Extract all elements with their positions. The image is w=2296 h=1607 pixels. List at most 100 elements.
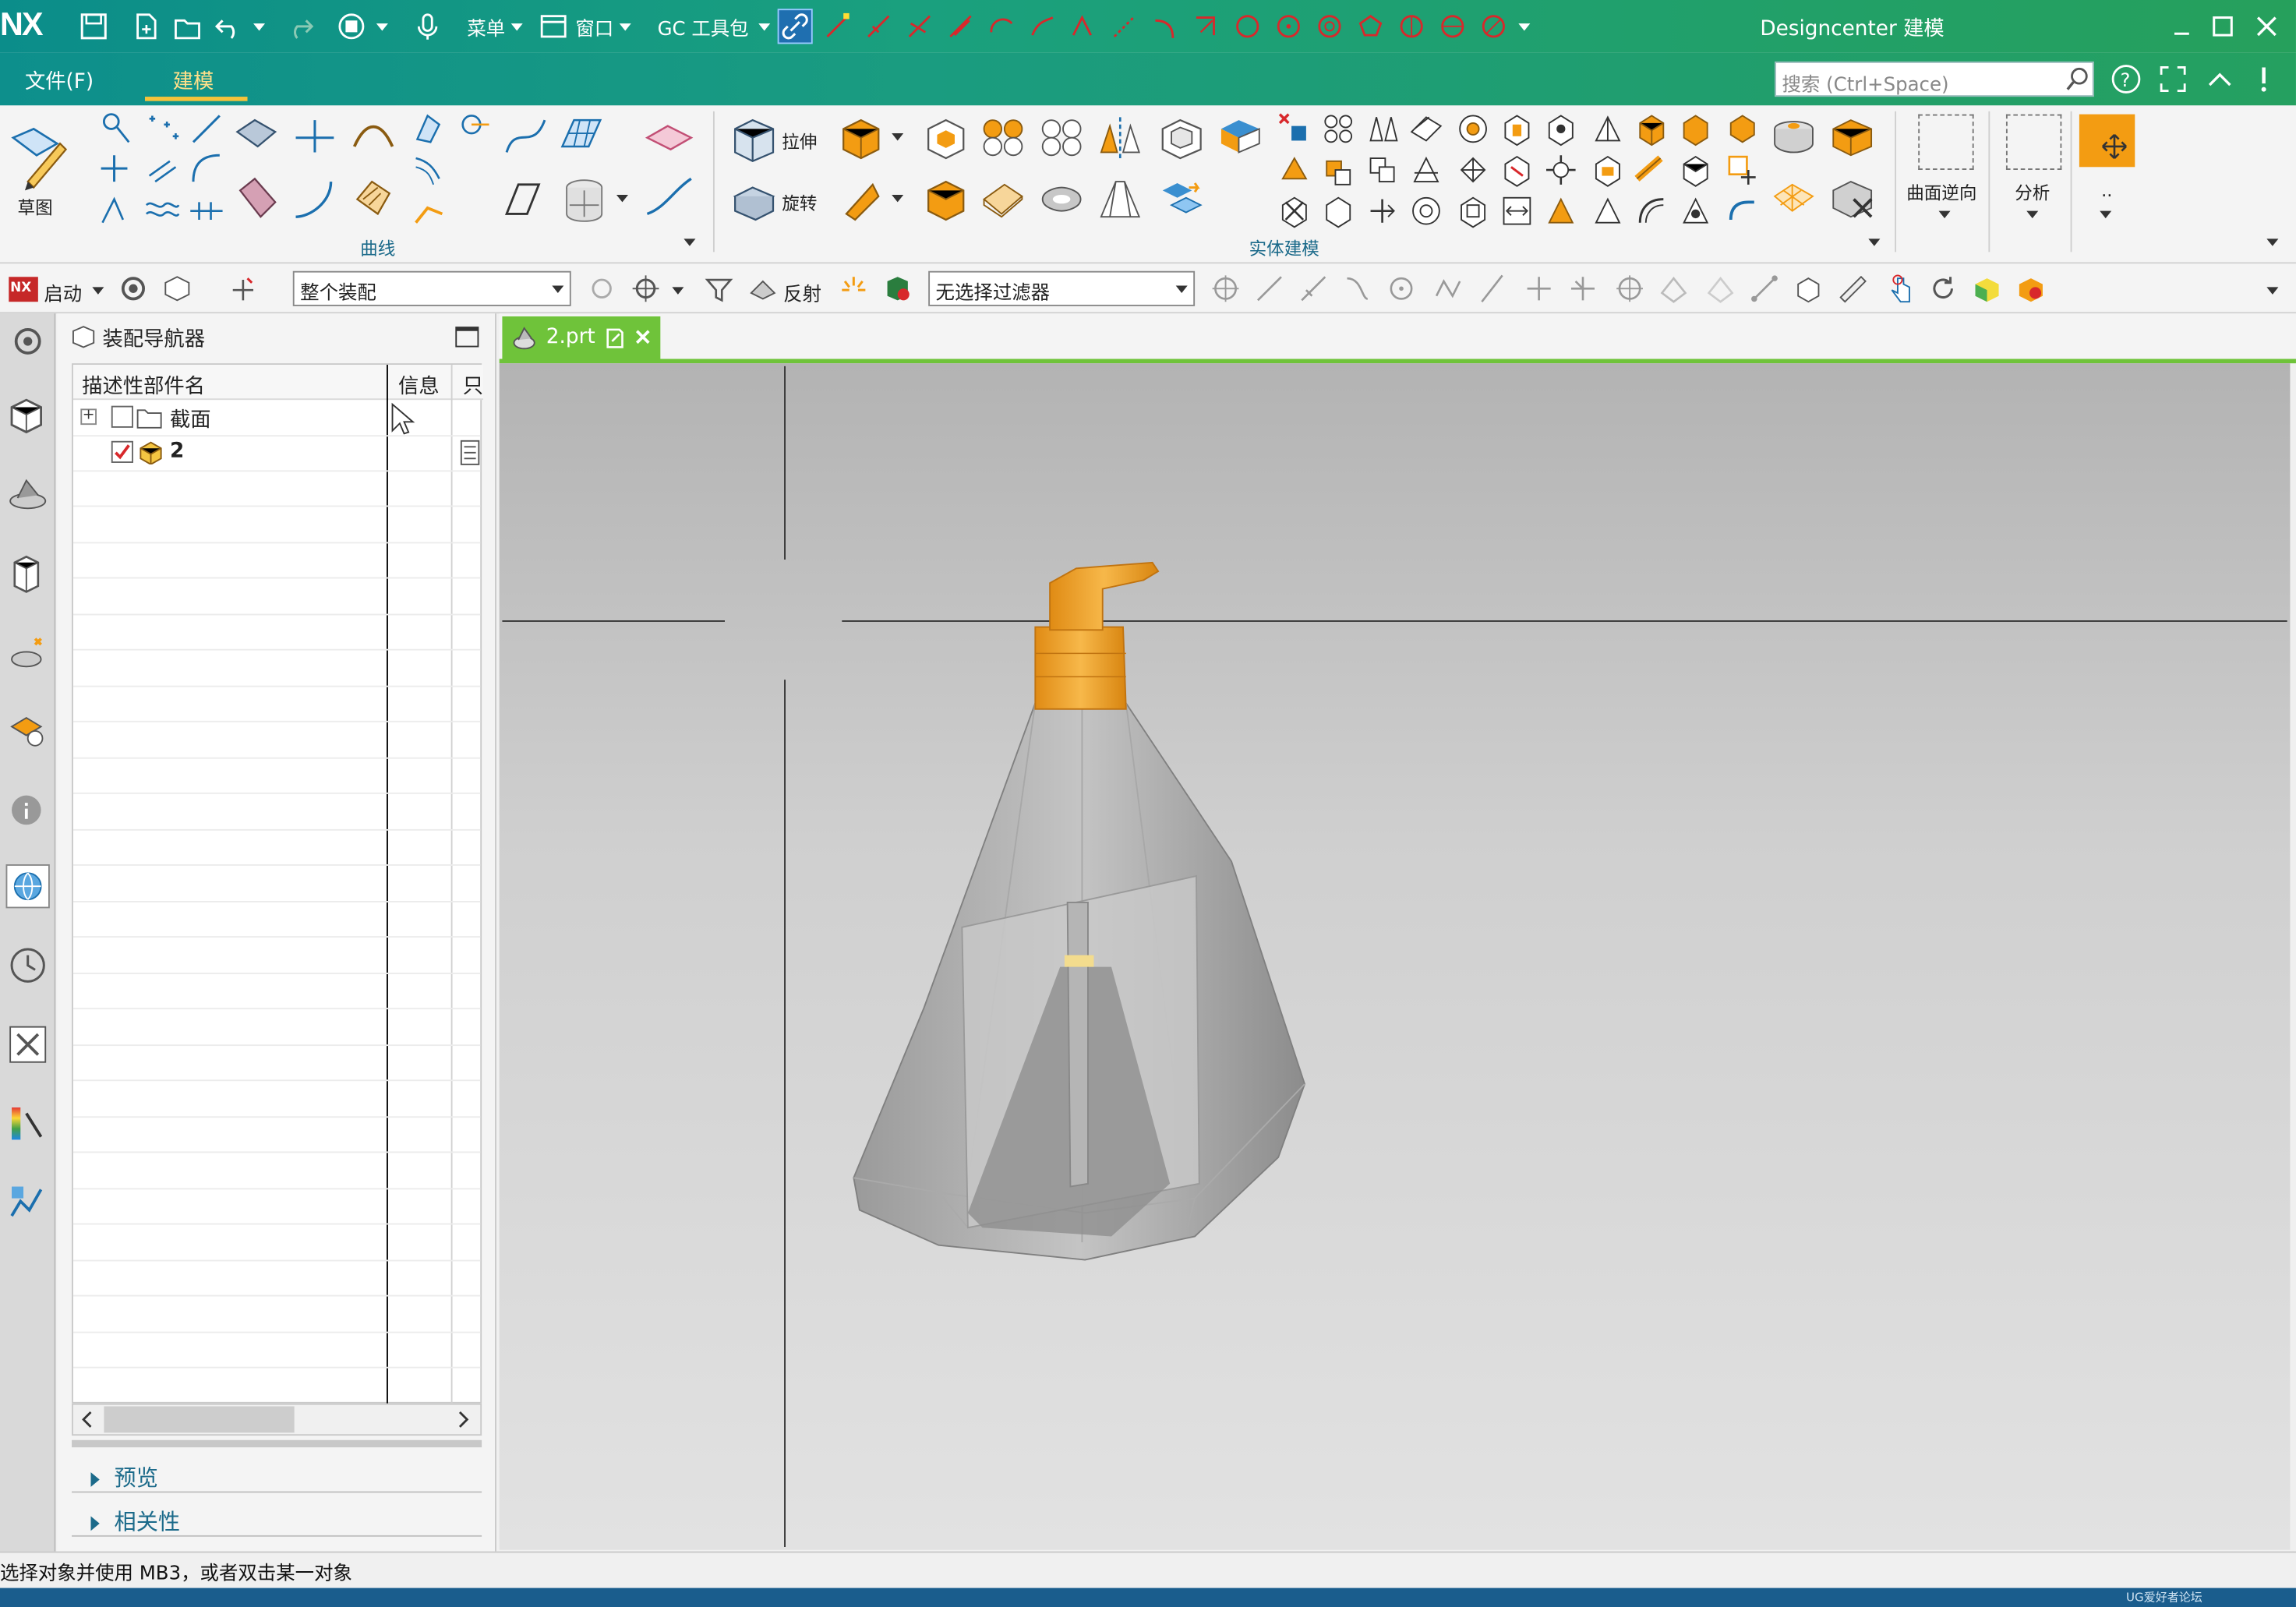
snap-perpendicular-icon[interactable] bbox=[1567, 273, 1598, 305]
pick-filter-icon[interactable] bbox=[586, 273, 618, 305]
mirror-face-icon[interactable] bbox=[1365, 111, 1400, 147]
menu-button[interactable]: 菜单 bbox=[467, 13, 505, 41]
cone-icon[interactable] bbox=[1678, 111, 1713, 147]
collapse-ribbon-icon[interactable] bbox=[2202, 62, 2238, 97]
command-search-input[interactable]: 搜索 (Ctrl+Space) bbox=[1775, 61, 2094, 97]
emboss-icon[interactable] bbox=[1456, 152, 1491, 187]
label-chamfer-icon[interactable] bbox=[1590, 152, 1625, 187]
hd3d-tools-icon[interactable] bbox=[6, 709, 50, 753]
analysis-dropdown-icon[interactable] bbox=[2025, 207, 2043, 224]
hole-dropdown-icon[interactable] bbox=[890, 129, 910, 167]
shell-icon[interactable] bbox=[1157, 115, 1206, 161]
surface-reverse-icon[interactable] bbox=[1918, 114, 1974, 171]
snap-polygon-icon[interactable] bbox=[1353, 9, 1388, 44]
pocket-icon[interactable] bbox=[1543, 193, 1578, 228]
row-checkbox-checked[interactable] bbox=[111, 440, 133, 463]
link-icon[interactable] bbox=[777, 9, 813, 44]
window-dropdown-icon[interactable] bbox=[615, 9, 635, 44]
arc-icon[interactable] bbox=[187, 150, 225, 188]
redo-icon[interactable] bbox=[281, 9, 316, 44]
column-header-name[interactable]: 描述性部件名 bbox=[72, 365, 390, 401]
reflect-icon[interactable] bbox=[747, 273, 779, 305]
point-on-face-icon[interactable] bbox=[1725, 152, 1760, 187]
color-cube-icon[interactable] bbox=[1971, 273, 2003, 305]
swept-icon[interactable] bbox=[351, 176, 391, 216]
snap-circle-3-icon[interactable] bbox=[1312, 9, 1347, 44]
snap-circle-4-icon[interactable] bbox=[1394, 9, 1429, 44]
boolean-unite-icon[interactable] bbox=[923, 115, 970, 161]
snap-circle-1-icon[interactable] bbox=[1230, 9, 1265, 44]
measure-icon[interactable] bbox=[1499, 193, 1535, 228]
assembly-scope-select[interactable]: 整个装配 bbox=[292, 270, 571, 306]
analysis-label[interactable]: 分析 bbox=[2015, 180, 2050, 205]
block-icon[interactable] bbox=[1634, 111, 1669, 147]
part-settings-icon[interactable] bbox=[161, 273, 193, 305]
plus-point-icon[interactable] bbox=[97, 150, 135, 188]
part-navigator-icon[interactable] bbox=[6, 551, 50, 595]
toolbar-options-icon[interactable] bbox=[2266, 283, 2284, 301]
chamfer-icon[interactable] bbox=[923, 176, 970, 223]
curve-on-surface-icon[interactable] bbox=[645, 176, 692, 216]
sew-icon[interactable] bbox=[1543, 111, 1578, 147]
scale-body-icon[interactable] bbox=[1678, 152, 1713, 187]
snap-circle-2-icon[interactable] bbox=[1271, 9, 1306, 44]
draft-icon[interactable] bbox=[1095, 176, 1145, 223]
undo-dropdown-icon[interactable] bbox=[249, 9, 269, 44]
snap-line2-icon[interactable] bbox=[1298, 273, 1330, 305]
gc-toolkit-button[interactable]: GC 工具包 bbox=[658, 13, 749, 41]
material-icon[interactable] bbox=[2015, 273, 2047, 305]
snap-face-icon[interactable] bbox=[1658, 273, 1690, 305]
dependency-section[interactable]: 相关性 bbox=[90, 1506, 180, 1536]
snap-face2-icon[interactable] bbox=[1704, 273, 1736, 305]
splitter[interactable] bbox=[72, 1439, 482, 1448]
extract-curve-icon[interactable] bbox=[410, 190, 448, 228]
minimize-icon[interactable] bbox=[2164, 9, 2199, 44]
snap-bounded-icon[interactable] bbox=[1748, 273, 1780, 305]
touch-mode-icon[interactable] bbox=[334, 9, 369, 44]
intersection-curve-icon[interactable] bbox=[293, 178, 333, 218]
light-icon[interactable] bbox=[838, 273, 870, 305]
assembly-settings-icon[interactable] bbox=[117, 273, 149, 305]
resource-settings-icon[interactable] bbox=[6, 320, 50, 363]
document-tab[interactable]: 2.prt bbox=[502, 316, 661, 361]
expand-toggle[interactable]: + bbox=[80, 408, 97, 426]
copy-face-icon[interactable] bbox=[1365, 152, 1400, 187]
quick-access-overflow-icon[interactable] bbox=[1514, 9, 1535, 44]
history-icon[interactable] bbox=[6, 944, 50, 987]
tree-row-label[interactable]: 2 bbox=[170, 440, 184, 463]
start-button[interactable]: 启动 bbox=[44, 278, 82, 306]
wave-link-icon[interactable] bbox=[1321, 152, 1356, 187]
variable-blend-icon[interactable] bbox=[1678, 193, 1713, 228]
move-component-icon[interactable] bbox=[2079, 114, 2135, 168]
snap-mid-point-icon[interactable] bbox=[861, 9, 896, 44]
curve-group-expand-icon[interactable] bbox=[683, 235, 701, 253]
gc-toolkit-dropdown-icon[interactable] bbox=[754, 9, 775, 44]
cylinder-icon[interactable] bbox=[562, 176, 603, 222]
datum-plane-icon[interactable] bbox=[645, 117, 694, 155]
snap-cross-icon[interactable] bbox=[1523, 273, 1555, 305]
touch-dropdown-icon[interactable] bbox=[372, 9, 392, 44]
navigator-maximize-icon[interactable] bbox=[455, 327, 479, 348]
linked-face-icon[interactable] bbox=[1321, 193, 1356, 228]
info-icon[interactable] bbox=[6, 788, 50, 832]
move-object-icon[interactable] bbox=[1365, 193, 1400, 228]
thicken-icon[interactable] bbox=[1408, 111, 1443, 147]
mirror-feature-icon[interactable] bbox=[1095, 115, 1145, 161]
snap-arc-center-icon[interactable] bbox=[984, 9, 1019, 44]
constraint-navigator-icon[interactable] bbox=[6, 472, 50, 515]
point-set-icon[interactable] bbox=[143, 110, 182, 148]
boss-icon[interactable] bbox=[1456, 193, 1491, 228]
save-icon[interactable] bbox=[76, 9, 111, 44]
line-icon[interactable] bbox=[187, 110, 225, 148]
bridge-curve-icon[interactable] bbox=[351, 117, 394, 155]
graphics-viewport[interactable] bbox=[499, 363, 2291, 1550]
move-face-icon[interactable] bbox=[1157, 176, 1206, 223]
selection-filter-select[interactable]: 无选择过滤器 bbox=[928, 270, 1196, 306]
pattern-geometry-icon[interactable] bbox=[1037, 115, 1086, 161]
taper-icon[interactable] bbox=[1590, 111, 1625, 147]
snap-circle-5-icon[interactable] bbox=[1435, 9, 1470, 44]
scroll-left-icon[interactable] bbox=[79, 1409, 97, 1429]
extrude-icon[interactable] bbox=[729, 115, 779, 164]
mesh-surface-icon[interactable] bbox=[560, 117, 602, 155]
nx-start-icon[interactable]: NX bbox=[9, 277, 38, 302]
